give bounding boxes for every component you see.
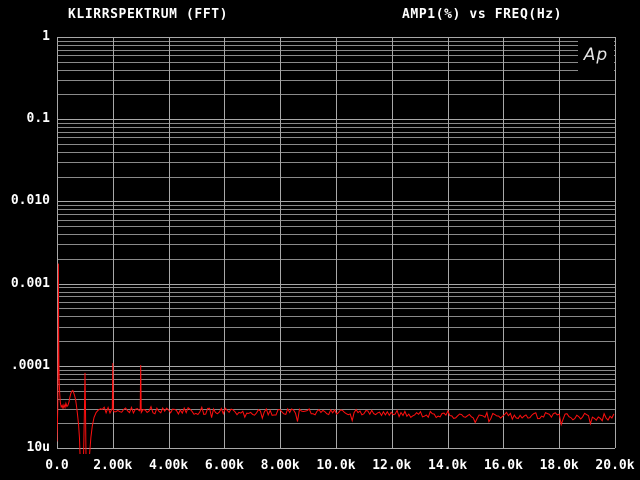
y-tick-label: 1 — [2, 29, 50, 44]
x-tick-label: 18.0k — [527, 458, 591, 473]
x-tick-label: 0.0 — [25, 458, 89, 473]
y-tick-label: 0.1 — [2, 111, 50, 126]
fft-analyzer-screen: KLIRRSPEKTRUM (FFT) AMP1(%) vs FREQ(Hz) … — [0, 0, 640, 480]
x-tick-label: 8.00k — [248, 458, 312, 473]
x-tick-label: 10.0k — [304, 458, 368, 473]
x-tick-label: 4.00k — [137, 458, 201, 473]
ap-logo: Ap — [578, 38, 614, 76]
x-tick-label: 16.0k — [471, 458, 535, 473]
x-tick-label: 12.0k — [360, 458, 424, 473]
y-tick-label: 10u — [2, 440, 50, 455]
x-tick-label: 20.0k — [583, 458, 640, 473]
x-tick-label: 14.0k — [416, 458, 480, 473]
spectrum-plot — [0, 0, 640, 480]
y-tick-label: 0.010 — [2, 193, 50, 208]
y-tick-label: 0.001 — [2, 276, 50, 291]
y-tick-label: .0001 — [2, 358, 50, 373]
x-tick-label: 6.00k — [192, 458, 256, 473]
x-tick-label: 2.00k — [81, 458, 145, 473]
